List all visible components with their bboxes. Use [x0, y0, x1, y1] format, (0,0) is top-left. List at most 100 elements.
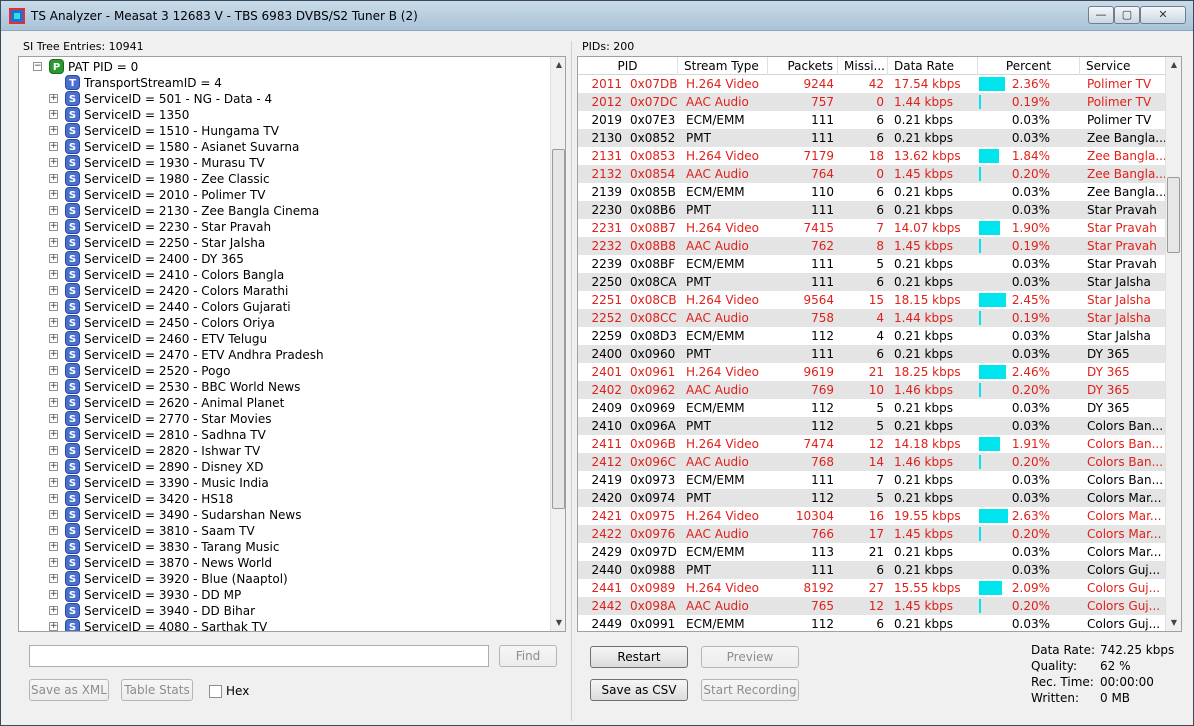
tree-node[interactable]: + S ServiceID = 2410 - Colors Bangla — [19, 267, 544, 283]
column-header[interactable]: Data Rate — [888, 57, 978, 75]
tree-node[interactable]: + S ServiceID = 3930 - DD MP — [19, 587, 544, 603]
tree-node[interactable]: + S ServiceID = 2130 - Zee Bangla Cinema — [19, 203, 544, 219]
preview-button[interactable]: Preview — [701, 646, 799, 668]
scroll-down-icon[interactable]: ▼ — [1166, 615, 1181, 631]
tree-node[interactable]: T TransportStreamID = 4 — [19, 75, 544, 91]
expand-icon[interactable]: + — [49, 94, 58, 103]
table-row[interactable]: 2019 0x07E3 ECM/EMM 111 6 0.21 kbps 0.03% Polim… — [578, 111, 1167, 129]
table-row[interactable]: 2232 0x08B8 AAC Audio 762 8 1.45 kbps 0.19% Sta… — [578, 237, 1167, 255]
table-row[interactable]: 2131 0x0853 H.264 Video 7179 18 13.62 kbps 1.8… — [578, 147, 1167, 165]
table-row[interactable]: 2132 0x0854 AAC Audio 764 0 1.45 kbps 0.20% Zee… — [578, 165, 1167, 183]
table-row[interactable]: 2411 0x096B H.264 Video 7474 12 14.18 kbps 1.9… — [578, 435, 1167, 453]
table-row[interactable]: 2442 0x098A AAC Audio 765 12 1.45 kbps 0.20% Co… — [578, 597, 1167, 615]
restart-button[interactable]: Restart — [590, 646, 688, 668]
expand-icon[interactable]: + — [49, 478, 58, 487]
expand-icon[interactable]: + — [49, 558, 58, 567]
expand-icon[interactable]: + — [49, 302, 58, 311]
table-row[interactable]: 2441 0x0989 H.264 Video 8192 27 15.55 kbps 2.0… — [578, 579, 1167, 597]
tree-node[interactable]: + S ServiceID = 2520 - Pogo — [19, 363, 544, 379]
expand-icon[interactable]: + — [49, 286, 58, 295]
expand-icon[interactable]: + — [49, 414, 58, 423]
table-row[interactable]: 2429 0x097D ECM/EMM 113 21 0.21 kbps 0.03% Colo… — [578, 543, 1167, 561]
expand-icon[interactable]: + — [49, 462, 58, 471]
column-header[interactable]: Service — [1080, 57, 1167, 75]
table-stats-button[interactable]: Table Stats — [121, 679, 193, 701]
expand-icon[interactable]: + — [49, 590, 58, 599]
expand-icon[interactable]: + — [49, 126, 58, 135]
column-header[interactable]: Missi... — [838, 57, 888, 75]
tree-node[interactable]: + S ServiceID = 3920 - Blue (Naaptol) — [19, 571, 544, 587]
tree-node[interactable]: + S ServiceID = 2450 - Colors Oriya — [19, 315, 544, 331]
tree-node[interactable]: + S ServiceID = 2460 - ETV Telugu — [19, 331, 544, 347]
expand-icon[interactable]: + — [49, 206, 58, 215]
table-row[interactable]: 2412 0x096C AAC Audio 768 14 1.46 kbps 0.20% Co… — [578, 453, 1167, 471]
title-bar[interactable]: TS Analyzer - Measat 3 12683 V - TBS 698… — [1, 1, 1193, 31]
tree-node[interactable]: + S ServiceID = 2440 - Colors Gujarati — [19, 299, 544, 315]
tree-node[interactable]: + S ServiceID = 3810 - Saam TV — [19, 523, 544, 539]
expand-icon[interactable]: + — [49, 142, 58, 151]
expand-icon[interactable]: + — [49, 622, 58, 631]
minimize-button[interactable]: — — [1088, 6, 1114, 24]
tree-node[interactable]: + S ServiceID = 3940 - DD Bihar — [19, 603, 544, 619]
table-row[interactable]: 2419 0x0973 ECM/EMM 111 7 0.21 kbps 0.03% Color… — [578, 471, 1167, 489]
expand-icon[interactable]: + — [49, 574, 58, 583]
expand-icon[interactable]: + — [49, 366, 58, 375]
scroll-down-icon[interactable]: ▼ — [551, 615, 565, 631]
table-row[interactable]: 2402 0x0962 AAC Audio 769 10 1.46 kbps 0.20% DY… — [578, 381, 1167, 399]
expand-icon[interactable]: + — [49, 238, 58, 247]
close-button[interactable]: ✕ — [1140, 6, 1186, 24]
table-row[interactable]: 2259 0x08D3 ECM/EMM 112 4 0.21 kbps 0.03% Star … — [578, 327, 1167, 345]
scroll-thumb[interactable] — [552, 149, 565, 509]
table-row[interactable]: 2440 0x0988 PMT 111 6 0.21 kbps 0.03% Colors Gu… — [578, 561, 1167, 579]
search-input[interactable] — [29, 645, 489, 667]
expand-icon[interactable]: + — [49, 510, 58, 519]
pane-splitter[interactable] — [571, 41, 572, 721]
expand-icon[interactable]: + — [49, 334, 58, 343]
expand-icon[interactable]: + — [49, 270, 58, 279]
expand-icon[interactable]: + — [49, 318, 58, 327]
column-header[interactable]: Stream Type — [678, 57, 768, 75]
table-row[interactable]: 2422 0x0976 AAC Audio 766 17 1.45 kbps 0.20% Co… — [578, 525, 1167, 543]
tree-node[interactable]: + S ServiceID = 1580 - Asianet Suvarna — [19, 139, 544, 155]
tree-node[interactable]: + S ServiceID = 2810 - Sadhna TV — [19, 427, 544, 443]
expand-icon[interactable]: + — [49, 382, 58, 391]
table-row[interactable]: 2400 0x0960 PMT 111 6 0.21 kbps 0.03% DY 365 — [578, 345, 1167, 363]
pid-table[interactable]: PID Stream Type Packets Missi... Data Rate Pe… — [577, 56, 1182, 632]
expand-icon[interactable]: + — [49, 158, 58, 167]
tree-node[interactable]: + S ServiceID = 3420 - HS18 — [19, 491, 544, 507]
collapse-icon[interactable]: − — [33, 62, 42, 71]
column-header[interactable]: Percent — [978, 57, 1080, 75]
table-row[interactable]: 2251 0x08CB H.264 Video 9564 15 18.15 kbps 2.4… — [578, 291, 1167, 309]
table-row[interactable]: 2239 0x08BF ECM/EMM 111 5 0.21 kbps 0.03% Star … — [578, 255, 1167, 273]
expand-icon[interactable]: + — [49, 526, 58, 535]
expand-icon[interactable]: + — [49, 430, 58, 439]
scroll-up-icon[interactable]: ▲ — [551, 57, 565, 73]
table-row[interactable]: 2139 0x085B ECM/EMM 110 6 0.21 kbps 0.03% Zee B… — [578, 183, 1167, 201]
hex-checkbox[interactable] — [209, 685, 222, 698]
save-csv-button[interactable]: Save as CSV — [590, 679, 688, 701]
tree-node[interactable]: + S ServiceID = 1510 - Hungama TV — [19, 123, 544, 139]
table-row[interactable]: 2252 0x08CC AAC Audio 758 4 1.44 kbps 0.19% Sta… — [578, 309, 1167, 327]
table-row[interactable]: 2230 0x08B6 PMT 111 6 0.21 kbps 0.03% Star Prav… — [578, 201, 1167, 219]
table-scrollbar[interactable]: ▲ ▼ — [1165, 57, 1181, 631]
maximize-button[interactable]: ▢ — [1114, 6, 1140, 24]
find-button[interactable]: Find — [499, 645, 557, 667]
expand-icon[interactable]: + — [49, 254, 58, 263]
table-row[interactable]: 2011 0x07DB H.264 Video 9244 42 17.54 kbps 2.3… — [578, 75, 1167, 93]
tree-node[interactable]: − P PAT PID = 0 — [19, 59, 544, 75]
table-row[interactable]: 2130 0x0852 PMT 111 6 0.21 kbps 0.03% Zee Bangl… — [578, 129, 1167, 147]
column-header[interactable]: PID — [578, 57, 678, 75]
expand-icon[interactable]: + — [49, 174, 58, 183]
tree-node[interactable]: + S ServiceID = 2470 - ETV Andhra Pradesh — [19, 347, 544, 363]
tree-node[interactable]: + S ServiceID = 1350 — [19, 107, 544, 123]
tree-node[interactable]: + S ServiceID = 2230 - Star Pravah — [19, 219, 544, 235]
tree-node[interactable]: + S ServiceID = 3870 - News World — [19, 555, 544, 571]
tree-node[interactable]: + S ServiceID = 3390 - Music India — [19, 475, 544, 491]
tree-node[interactable]: + S ServiceID = 2400 - DY 365 — [19, 251, 544, 267]
tree-node[interactable]: + S ServiceID = 4080 - Sarthak TV — [19, 619, 544, 631]
expand-icon[interactable]: + — [49, 542, 58, 551]
tree-node[interactable]: + S ServiceID = 2530 - BBC World News — [19, 379, 544, 395]
tree-node[interactable]: + S ServiceID = 1930 - Murasu TV — [19, 155, 544, 171]
expand-icon[interactable]: + — [49, 606, 58, 615]
tree-node[interactable]: + S ServiceID = 2770 - Star Movies — [19, 411, 544, 427]
